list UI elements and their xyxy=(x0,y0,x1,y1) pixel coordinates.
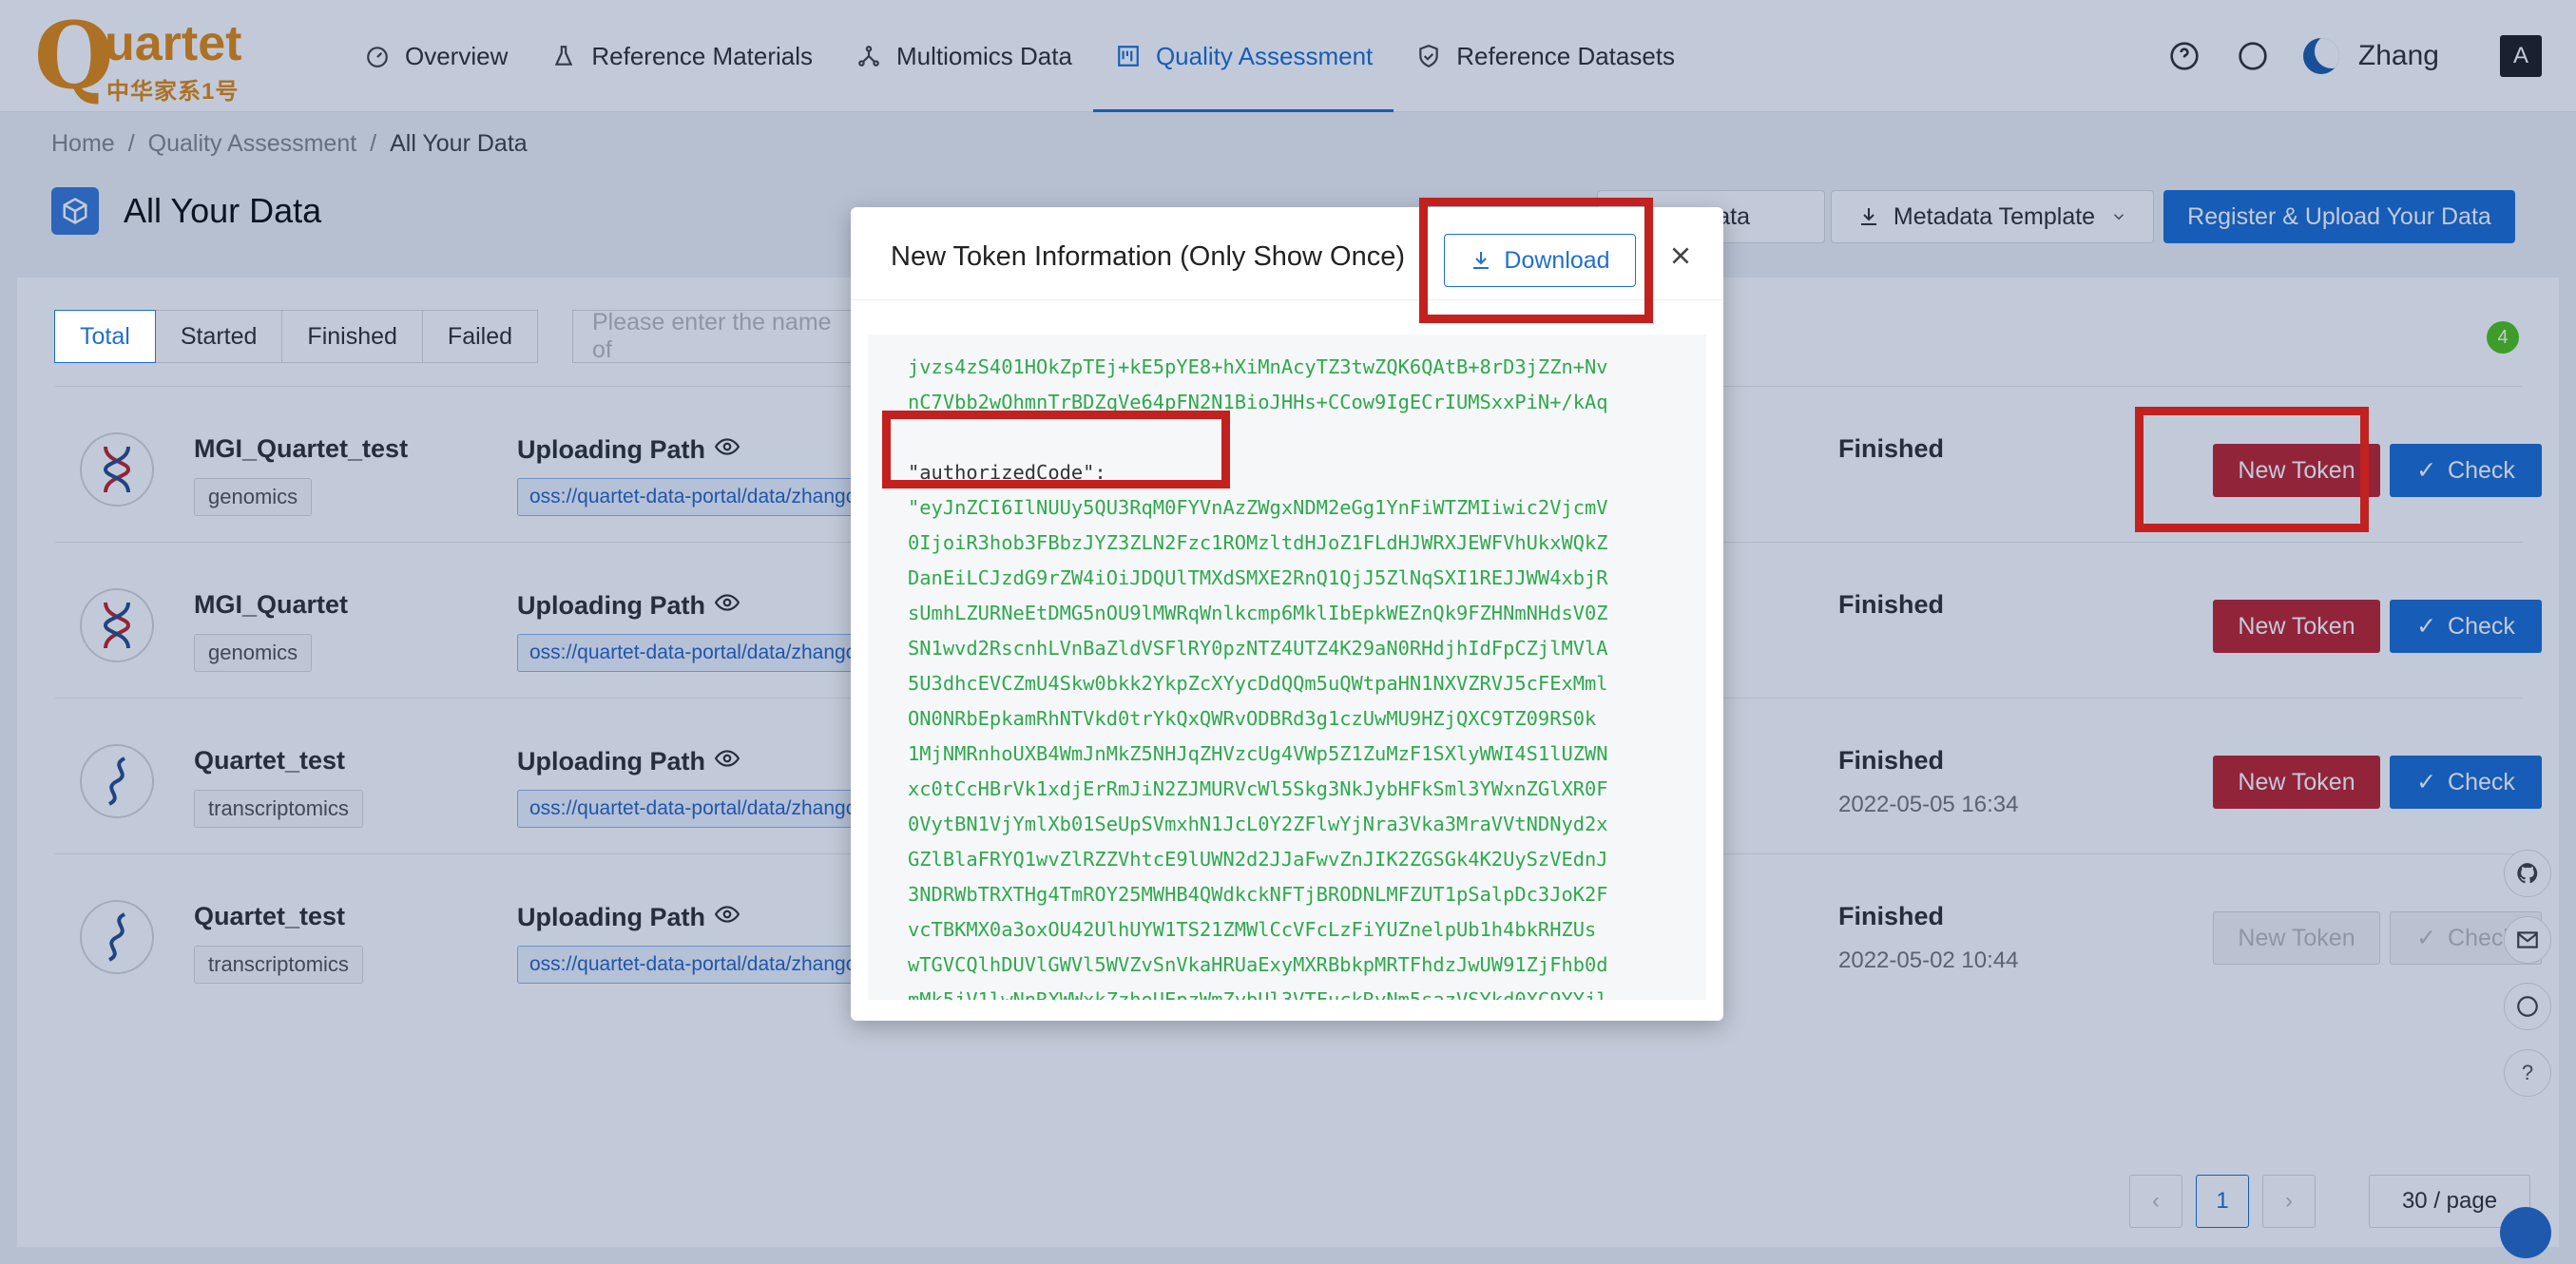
code-line: DanEiLCJzdG9rZW4iOiJDQUlTMXdSMXE2RnQ1QjJ… xyxy=(908,566,1608,589)
code-line: 3NDRWbTRXTHg4TmROY25MWHB4QWdkckNFTjBRODN… xyxy=(908,883,1608,906)
code-line: vcTBKMX0a3oxOU42UlhUYW1TS21ZMWlCcVFcLzFi… xyxy=(908,918,1597,941)
filter-total[interactable]: Total xyxy=(54,310,156,363)
code-line: 0IjoiR3hob3FBbzJYZ3ZLN2Fzc1ROMzltdHJoZ1F… xyxy=(908,531,1608,554)
code-line: 5U3dhcEVCZmU4Skw0bkk2YkpZcXYycDdQQm5uQWt… xyxy=(908,672,1608,695)
code-line: ON0NRbEpkamRhNTVkd0trYkQxQWRvODBRd3g1czU… xyxy=(908,707,1597,730)
close-icon[interactable] xyxy=(1666,241,1695,270)
highlight-new-token xyxy=(2135,407,2369,532)
code-line: GZlBlaFRYQ1wvZlRZZVhtcE9lUWN2d2JJaFwvZnJ… xyxy=(908,848,1608,871)
code-line: wTGVCQlhDUVlGWVl5WVZvSnVkaHRUaExyMXRBbkp… xyxy=(908,953,1608,976)
code-line: 0VytBN1VjYmlXb01SeUpSVmxhN1JcL0Y2ZFlwYjN… xyxy=(908,813,1608,835)
highlight-authorized-code xyxy=(882,411,1230,488)
modal-title: New Token Information (Only Show Once) xyxy=(891,241,1406,272)
code-line: xc0tCcHBrVk1xdjErRmJiN2ZJMURVcWl5Skg3NkJ… xyxy=(908,777,1608,800)
code-line: mMk5jV1lwNnRXWWxkZzhoUEpzWmZybUl3VTFuckR… xyxy=(908,988,1608,1000)
page-root: Q uartet 中华家系1号 Overview Reference Mater… xyxy=(0,0,2576,1264)
token-modal: New Token Information (Only Show Once) D… xyxy=(851,207,1723,1021)
highlight-download xyxy=(1419,198,1653,323)
code-line: 1MjNMRnhoUXB4WmJnMkZ5NHJqZHVzcUg4VWp5Z1Z… xyxy=(908,742,1608,765)
code-line: "eyJnZCI6IlNUUy5QU3RqM0FYVnAzZWgxNDM2eGg… xyxy=(908,496,1608,519)
code-line: sUmhLZURNeEtDMG5nOU9lMWRqWnlkcmp6MklIbEp… xyxy=(908,602,1608,624)
code-line: SN1wvd2RscnhLVnBaZldVSFlRY0pzNTZ4UTZ4K29… xyxy=(908,637,1608,660)
code-line: jvzs4zS401HOkZpTEj+kE5pYE8+hXiMnAcyTZ3tw… xyxy=(908,355,1608,378)
